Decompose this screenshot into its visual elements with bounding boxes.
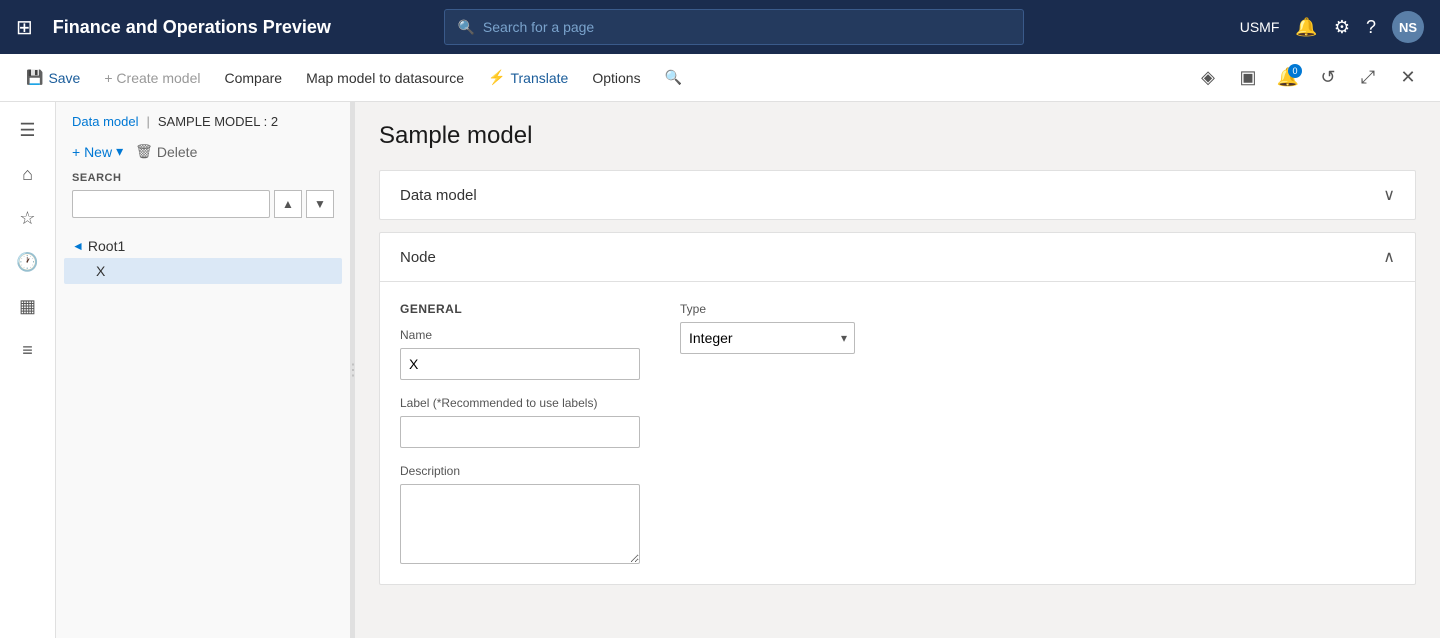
node-section: Node ∧ GENERAL Name Type [379, 232, 1416, 585]
new-chevron-icon: ▾ [116, 143, 123, 160]
name-label: Name [400, 328, 640, 342]
global-search-bar[interactable]: 🔍 [444, 9, 1024, 45]
general-label: GENERAL [400, 302, 640, 316]
save-label: Save [48, 70, 80, 86]
avatar[interactable]: NS [1392, 11, 1424, 43]
grid-icon[interactable]: ⊞ [16, 15, 33, 40]
create-model-label: + Create model [104, 70, 200, 86]
close-button[interactable]: ✕ [1392, 62, 1424, 94]
node-section-body: GENERAL Name Type Integer String Bo [380, 282, 1415, 584]
delete-icon: 🗑 [135, 143, 153, 160]
toolbar-search-button[interactable]: 🔍 [655, 63, 692, 92]
type-label: Type [680, 302, 855, 316]
panel-actions: + New ▾ 🗑 Delete [56, 139, 350, 172]
sidebar-item-favorites[interactable]: ☆ [8, 198, 48, 238]
org-label: USMF [1240, 19, 1280, 35]
layers-button[interactable]: ▣ [1232, 62, 1264, 94]
options-button[interactable]: Options [582, 64, 650, 92]
breadcrumb-separator: | [146, 114, 149, 129]
sidebar: ☰ ⌂ ☆ 🕐 ▦ ≡ [0, 102, 56, 638]
main-layout: ☰ ⌂ ☆ 🕐 ▦ ≡ Data model | SAMPLE MODEL : … [0, 102, 1440, 638]
label-field-label: Label (*Recommended to use labels) [400, 396, 1395, 410]
sidebar-item-home[interactable]: ⌂ [8, 154, 48, 194]
sidebar-item-modules[interactable]: ≡ [8, 330, 48, 370]
search-section: SEARCH ▲ ▼ [56, 172, 350, 230]
delete-label: Delete [157, 144, 197, 160]
tree-root-name: Root1 [88, 238, 125, 254]
translate-button[interactable]: ⚡ Translate [478, 63, 578, 92]
expand-icon: ⤢ [1361, 67, 1375, 88]
compare-label: Compare [224, 70, 282, 86]
label-input[interactable] [400, 416, 640, 448]
search-label: SEARCH [72, 172, 334, 184]
delete-button[interactable]: 🗑 Delete [135, 143, 197, 160]
breadcrumb: Data model | SAMPLE MODEL : 2 [56, 114, 350, 139]
tree-toggle-icon[interactable]: ◄ [72, 239, 84, 253]
tree-root-item[interactable]: ◄ Root1 [64, 234, 342, 258]
search-up-button[interactable]: ▲ [274, 190, 302, 218]
search-down-button[interactable]: ▼ [306, 190, 334, 218]
node-section-title: Node [400, 249, 436, 266]
help-icon[interactable]: ? [1366, 17, 1376, 38]
map-datasource-label: Map model to datasource [306, 70, 464, 86]
page-title: Sample model [379, 122, 1416, 150]
notifications-icon[interactable]: 🔔 [1295, 17, 1317, 38]
refresh-icon: ↺ [1320, 67, 1335, 88]
new-label: + New [72, 144, 112, 160]
node-section-header[interactable]: Node ∧ [380, 233, 1415, 282]
data-model-section-header[interactable]: Data model ∨ [380, 171, 1415, 219]
save-icon: 💾 [26, 69, 43, 86]
node-chevron-up-icon: ∧ [1383, 247, 1395, 267]
name-input[interactable] [400, 348, 640, 380]
nav-right-actions: USMF 🔔 ⚙ ? NS [1240, 11, 1424, 43]
node-form-row-top: GENERAL Name Type Integer String Bo [400, 302, 1395, 380]
top-navbar: ⊞ Finance and Operations Preview 🔍 USMF … [0, 0, 1440, 54]
search-icon: 🔍 [457, 19, 474, 36]
description-textarea[interactable] [400, 484, 640, 564]
left-panel: Data model | SAMPLE MODEL : 2 + New ▾ 🗑 … [56, 102, 351, 638]
content-area: Sample model Data model ∨ Node ∧ GENERAL… [355, 102, 1440, 638]
sidebar-item-recent[interactable]: 🕐 [8, 242, 48, 282]
tree-item-label: X [96, 263, 105, 279]
search-controls: ▲ ▼ [72, 190, 334, 218]
data-model-chevron-down-icon: ∨ [1383, 185, 1395, 205]
breadcrumb-current: SAMPLE MODEL : 2 [158, 114, 278, 129]
new-button[interactable]: + New ▾ [72, 143, 123, 160]
tree-area: ◄ Root1 X [56, 230, 350, 638]
description-label: Description [400, 464, 1395, 478]
data-model-section-title: Data model [400, 187, 477, 204]
notification-badge: 0 [1288, 64, 1302, 78]
translate-label: Translate [510, 70, 568, 86]
layers-icon: ▣ [1239, 67, 1256, 88]
save-button[interactable]: 💾 Save [16, 63, 90, 92]
compare-button[interactable]: Compare [214, 64, 292, 92]
panel-search-input[interactable] [72, 190, 270, 218]
diamond-icon: ◈ [1201, 67, 1215, 88]
notifications-toolbar-button[interactable]: 🔔 0 [1272, 62, 1304, 94]
sidebar-item-hamburger[interactable]: ☰ [8, 110, 48, 150]
search-input[interactable] [483, 19, 1012, 35]
app-title: Finance and Operations Preview [53, 17, 331, 38]
expand-button[interactable]: ⤢ [1352, 62, 1384, 94]
toolbar-right: ◈ ▣ 🔔 0 ↺ ⤢ ✕ [1192, 62, 1424, 94]
label-field-group: Label (*Recommended to use labels) [400, 396, 1395, 448]
close-icon: ✕ [1400, 67, 1415, 88]
sidebar-item-workspaces[interactable]: ▦ [8, 286, 48, 326]
tree-item-x[interactable]: X [64, 258, 342, 284]
create-model-button[interactable]: + Create model [94, 64, 210, 92]
diamond-button[interactable]: ◈ [1192, 62, 1224, 94]
name-field-group: Name [400, 328, 640, 380]
toolbar-search-icon: 🔍 [665, 69, 682, 86]
breadcrumb-link[interactable]: Data model [72, 114, 138, 129]
map-datasource-button[interactable]: Map model to datasource [296, 64, 474, 92]
description-field-group: Description [400, 464, 1395, 564]
type-select[interactable]: Integer String Boolean Real Date DateTim… [680, 322, 855, 354]
type-select-wrap: Integer String Boolean Real Date DateTim… [680, 322, 855, 354]
settings-icon[interactable]: ⚙ [1334, 17, 1350, 38]
options-label: Options [592, 70, 640, 86]
action-toolbar: 💾 Save + Create model Compare Map model … [0, 54, 1440, 102]
refresh-button[interactable]: ↺ [1312, 62, 1344, 94]
data-model-section: Data model ∨ [379, 170, 1416, 220]
translate-icon: ⚡ [488, 69, 505, 86]
